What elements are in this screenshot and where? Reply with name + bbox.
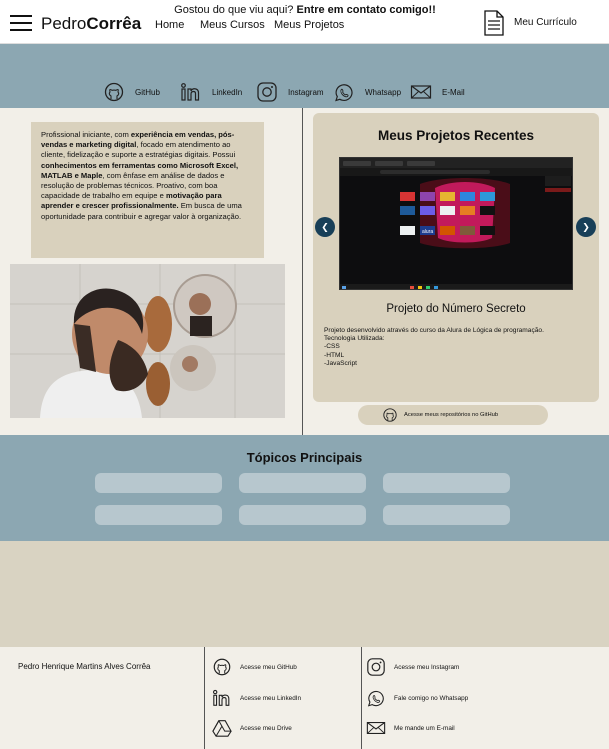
mail-icon <box>366 722 386 734</box>
document-icon[interactable] <box>484 10 504 36</box>
footer-link-label: Acesse meu Instagram <box>394 663 460 671</box>
empty-section <box>0 541 609 647</box>
footer-link-label: Acesse meu GitHub <box>240 663 297 671</box>
github-icon <box>383 408 397 422</box>
social-whatsapp[interactable]: Whatsapp <box>333 82 401 102</box>
footer-github-link[interactable]: Acesse meu GitHub <box>212 656 297 678</box>
github-repos-button[interactable]: Acesse meus repositórios no GitHub <box>358 405 548 425</box>
social-mail[interactable]: E-Mail <box>410 82 465 102</box>
social-label: LinkedIn <box>212 87 243 97</box>
footer-linkedin-link[interactable]: Acesse meu LinkedIn <box>212 687 301 709</box>
topic-pill[interactable] <box>383 505 510 525</box>
resume-link[interactable]: Meu Currículo <box>514 17 577 28</box>
menu-icon[interactable] <box>10 15 32 31</box>
footer-name: Pedro Henrique Martins Alves Corrêa <box>18 662 151 671</box>
footer-link-label: Acesse meu LinkedIn <box>240 694 302 702</box>
footer-divider <box>361 647 362 749</box>
nav-courses[interactable]: Meus Cursos <box>200 19 265 31</box>
carousel-next-button[interactable]: ❯ <box>576 217 596 237</box>
profile-photo <box>10 264 285 418</box>
linkedin-icon <box>181 83 200 101</box>
github-icon <box>104 82 124 102</box>
github-icon <box>213 658 231 676</box>
nav-home[interactable]: Home <box>155 19 184 31</box>
nav-projects[interactable]: Meus Projetos <box>274 19 344 31</box>
drive-icon <box>212 720 232 737</box>
social-label: Whatsapp <box>365 87 402 97</box>
social-linkedin[interactable]: LinkedIn <box>180 82 242 102</box>
topic-pill[interactable] <box>239 473 366 493</box>
section-divider <box>302 108 303 435</box>
bio-card: Profissional iniciante, com experiência … <box>31 122 264 258</box>
social-label: E-Mail <box>442 87 465 97</box>
topic-pill[interactable] <box>239 505 366 525</box>
contact-title: Gostou do que viu aqui? Entre em contato… <box>174 4 436 16</box>
topics-title: Tópicos Principais <box>246 450 363 465</box>
project-name: Projeto do Número Secreto <box>386 303 526 315</box>
social-github[interactable]: GitHub <box>103 82 160 102</box>
footer-link-label: Fale comigo no Whatsapp <box>394 694 469 702</box>
footer-divider <box>204 647 205 749</box>
footer-drive-link[interactable]: Acesse meu Drive <box>212 717 292 739</box>
instagram-icon <box>367 658 385 676</box>
topic-pill[interactable] <box>95 505 222 525</box>
screen-brand-text: alura <box>422 229 433 235</box>
footer-link-label: Me mande um E-mail <box>394 724 455 732</box>
projects-title: Meus Projetos Recentes <box>377 128 535 143</box>
instagram-icon <box>257 82 277 102</box>
social-label: Instagram <box>288 87 324 97</box>
topic-pill[interactable] <box>383 473 510 493</box>
linkedin-icon <box>213 689 230 706</box>
footer-whatsapp-link[interactable]: Fale comigo no Whatsapp <box>366 687 468 709</box>
social-label: GitHub <box>135 87 160 97</box>
project-screenshot: alura <box>339 157 573 290</box>
whatsapp-icon <box>335 84 353 102</box>
social-instagram[interactable]: Instagram <box>256 82 324 102</box>
whatsapp-icon <box>367 690 384 707</box>
site-logo[interactable]: PedroCorrêa <box>41 14 141 34</box>
carousel-prev-button[interactable]: ❮ <box>315 217 335 237</box>
repo-button-label: Acesse meus repositórios no GitHub <box>404 412 499 418</box>
project-description: Projeto desenvolvido através do curso da… <box>324 327 544 367</box>
footer-instagram-link[interactable]: Acesse meu Instagram <box>366 656 459 678</box>
mail-icon <box>410 85 432 99</box>
footer-mail-link[interactable]: Me mande um E-mail <box>366 717 455 739</box>
footer-link-label: Acesse meu Drive <box>240 724 292 732</box>
topic-pill[interactable] <box>95 473 222 493</box>
